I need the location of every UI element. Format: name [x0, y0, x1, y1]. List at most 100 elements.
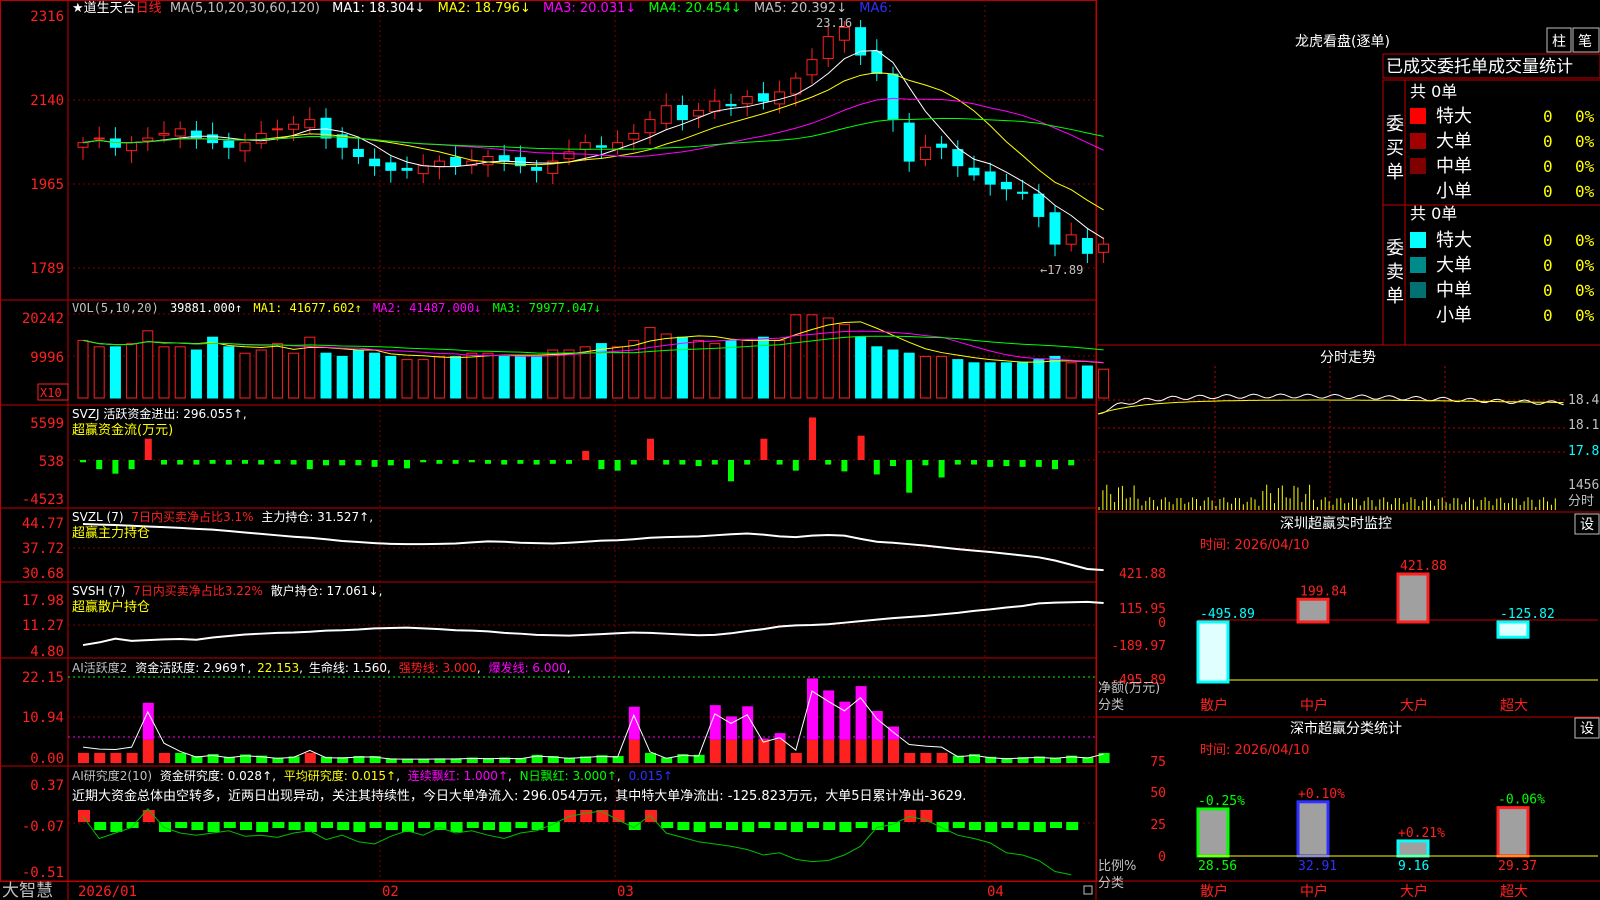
panel-frames	[0, 0, 1600, 900]
monitor-category: 中户	[1300, 697, 1328, 714]
candle	[660, 105, 672, 124]
volume-bar	[1065, 362, 1077, 399]
candle	[579, 142, 591, 150]
ai-research-bar	[499, 822, 512, 832]
volume-bar	[450, 355, 462, 399]
class-bar-change: +0.10%	[1298, 787, 1345, 802]
fund-flow-bar	[890, 460, 896, 467]
row-percent: 0%	[1575, 182, 1595, 201]
ai-research-bar	[726, 822, 738, 830]
ai-active-bar	[110, 752, 122, 763]
fund-flow-bar	[1052, 460, 1058, 470]
monitor-bars[interactable]: -495.89 散户 199.84 中户 421.88 大户 -125.82 超大	[1196, 559, 1598, 714]
candle	[1000, 181, 1012, 190]
candle	[93, 137, 105, 140]
ma-lines	[82, 49, 1104, 239]
ai2-header: AI活跃度2 资金活跃度: 2.969↑, 22.153, 生命线: 1.560…	[72, 660, 571, 675]
brand-logo[interactable]: 大智慧	[2, 881, 53, 900]
main-y-axis: 2316 2140 1965 1789	[30, 9, 64, 277]
volume-bar	[207, 336, 219, 399]
volume-bar	[1081, 365, 1093, 399]
ai-research-bar	[466, 822, 479, 828]
fund-flow-bar	[938, 460, 945, 478]
candle	[369, 158, 381, 167]
volume-bar	[919, 355, 931, 399]
monitor-bar	[1496, 620, 1530, 639]
fund-flow-bar	[80, 460, 86, 463]
candle	[595, 145, 607, 148]
candle	[822, 36, 834, 59]
row-label: 特大	[1436, 230, 1472, 251]
ai-research-y-axis: 0.37 -0.07 -0.51	[22, 778, 64, 881]
ma-line	[82, 49, 1104, 239]
ai-active-bar	[823, 690, 835, 740]
fund-flow-bar	[614, 460, 621, 471]
ai-research-bar	[207, 822, 220, 832]
y-tick: 2316	[30, 9, 64, 25]
volume-bar	[936, 355, 948, 399]
volume-bar	[563, 349, 575, 399]
volume-bar	[401, 359, 413, 399]
fund-flow-bars[interactable]	[80, 417, 1075, 493]
class-ylabel: 比例%	[1098, 859, 1136, 874]
row-percent: 0%	[1575, 256, 1595, 275]
y-tick: 30.68	[22, 566, 64, 582]
row-percent: 0%	[1575, 231, 1595, 250]
candle	[968, 167, 980, 176]
candlestick-series[interactable]	[77, 20, 1110, 263]
ai-research-bar	[661, 822, 674, 828]
candle	[887, 73, 899, 121]
candle	[644, 119, 656, 134]
volume-bar	[320, 352, 332, 399]
y-tick: 37.72	[22, 541, 64, 557]
candle	[77, 142, 89, 148]
row-label: 小单	[1436, 181, 1472, 202]
candle	[628, 132, 640, 140]
volume-bar	[271, 343, 283, 399]
fund-flow-bar	[841, 460, 848, 472]
fund-flow-bar	[161, 460, 167, 465]
intraday-chart[interactable]	[1097, 366, 1566, 510]
monitor-title: 深圳超赢实时监控	[1280, 515, 1392, 532]
ai-research-bar	[175, 822, 188, 828]
y-tick: 11.27	[22, 618, 64, 634]
candle	[806, 59, 818, 76]
fund-flow-bar	[663, 460, 670, 465]
class-category: 大户	[1400, 883, 1428, 900]
volume-bar	[855, 336, 867, 399]
candle	[352, 148, 364, 157]
main-header: ★道生天合日线 MA(5,10,20,30,60,120) MA1: 18.30…	[72, 1, 892, 16]
row-swatch	[1410, 282, 1426, 298]
svsh-y-axis: 17.98 11.27 4.80	[22, 593, 64, 660]
volume-bar	[1098, 368, 1110, 399]
volume-bar	[352, 349, 364, 399]
row-label: 大单	[1436, 131, 1472, 152]
y-tick: 分时	[1568, 494, 1594, 509]
ai-active-bar	[839, 739, 851, 763]
row-count: 0	[1543, 281, 1553, 300]
ai-research-bars[interactable]	[78, 808, 1079, 876]
buy-rows: 特大 0 0% 大单 0 0% 中单 0 0% 小单 0 0%	[1410, 106, 1595, 202]
volume-bar	[709, 343, 721, 399]
monitor-ylabel: 净额(万元)	[1098, 681, 1160, 696]
y-tick: 4.80	[30, 644, 64, 660]
ai-active-bar	[78, 752, 89, 763]
class-bars[interactable]: -0.25% 28.56 散户 +0.10% 32.91 中户 +0.21% 9.16 大户 -0…	[1196, 787, 1598, 900]
ai-research-bar	[304, 822, 317, 832]
ai-research-note: 近期大资金总体由空转多，近两日出现异动，关注其持续性，今日大单净流入: 296.…	[72, 788, 966, 804]
ai-research-bar	[774, 822, 787, 830]
candle	[142, 137, 154, 142]
intraday-price-line	[1097, 393, 1564, 415]
candle	[919, 146, 931, 161]
y-tick: 1965	[30, 177, 64, 193]
class-bar-value: 29.37	[1498, 859, 1537, 874]
row-swatch	[1410, 257, 1426, 273]
lock-icon[interactable]	[1083, 885, 1093, 895]
ai-active-bars[interactable]	[78, 678, 1110, 763]
ai-research-bar	[337, 822, 350, 830]
y-tick: 421.88	[1119, 567, 1166, 582]
ai-research-bar	[1066, 822, 1079, 830]
fund-flow-bar	[404, 460, 410, 469]
svzj-subtitle: 超赢资金流(万元)	[72, 422, 173, 438]
vol-unit-label: X10	[40, 386, 62, 400]
